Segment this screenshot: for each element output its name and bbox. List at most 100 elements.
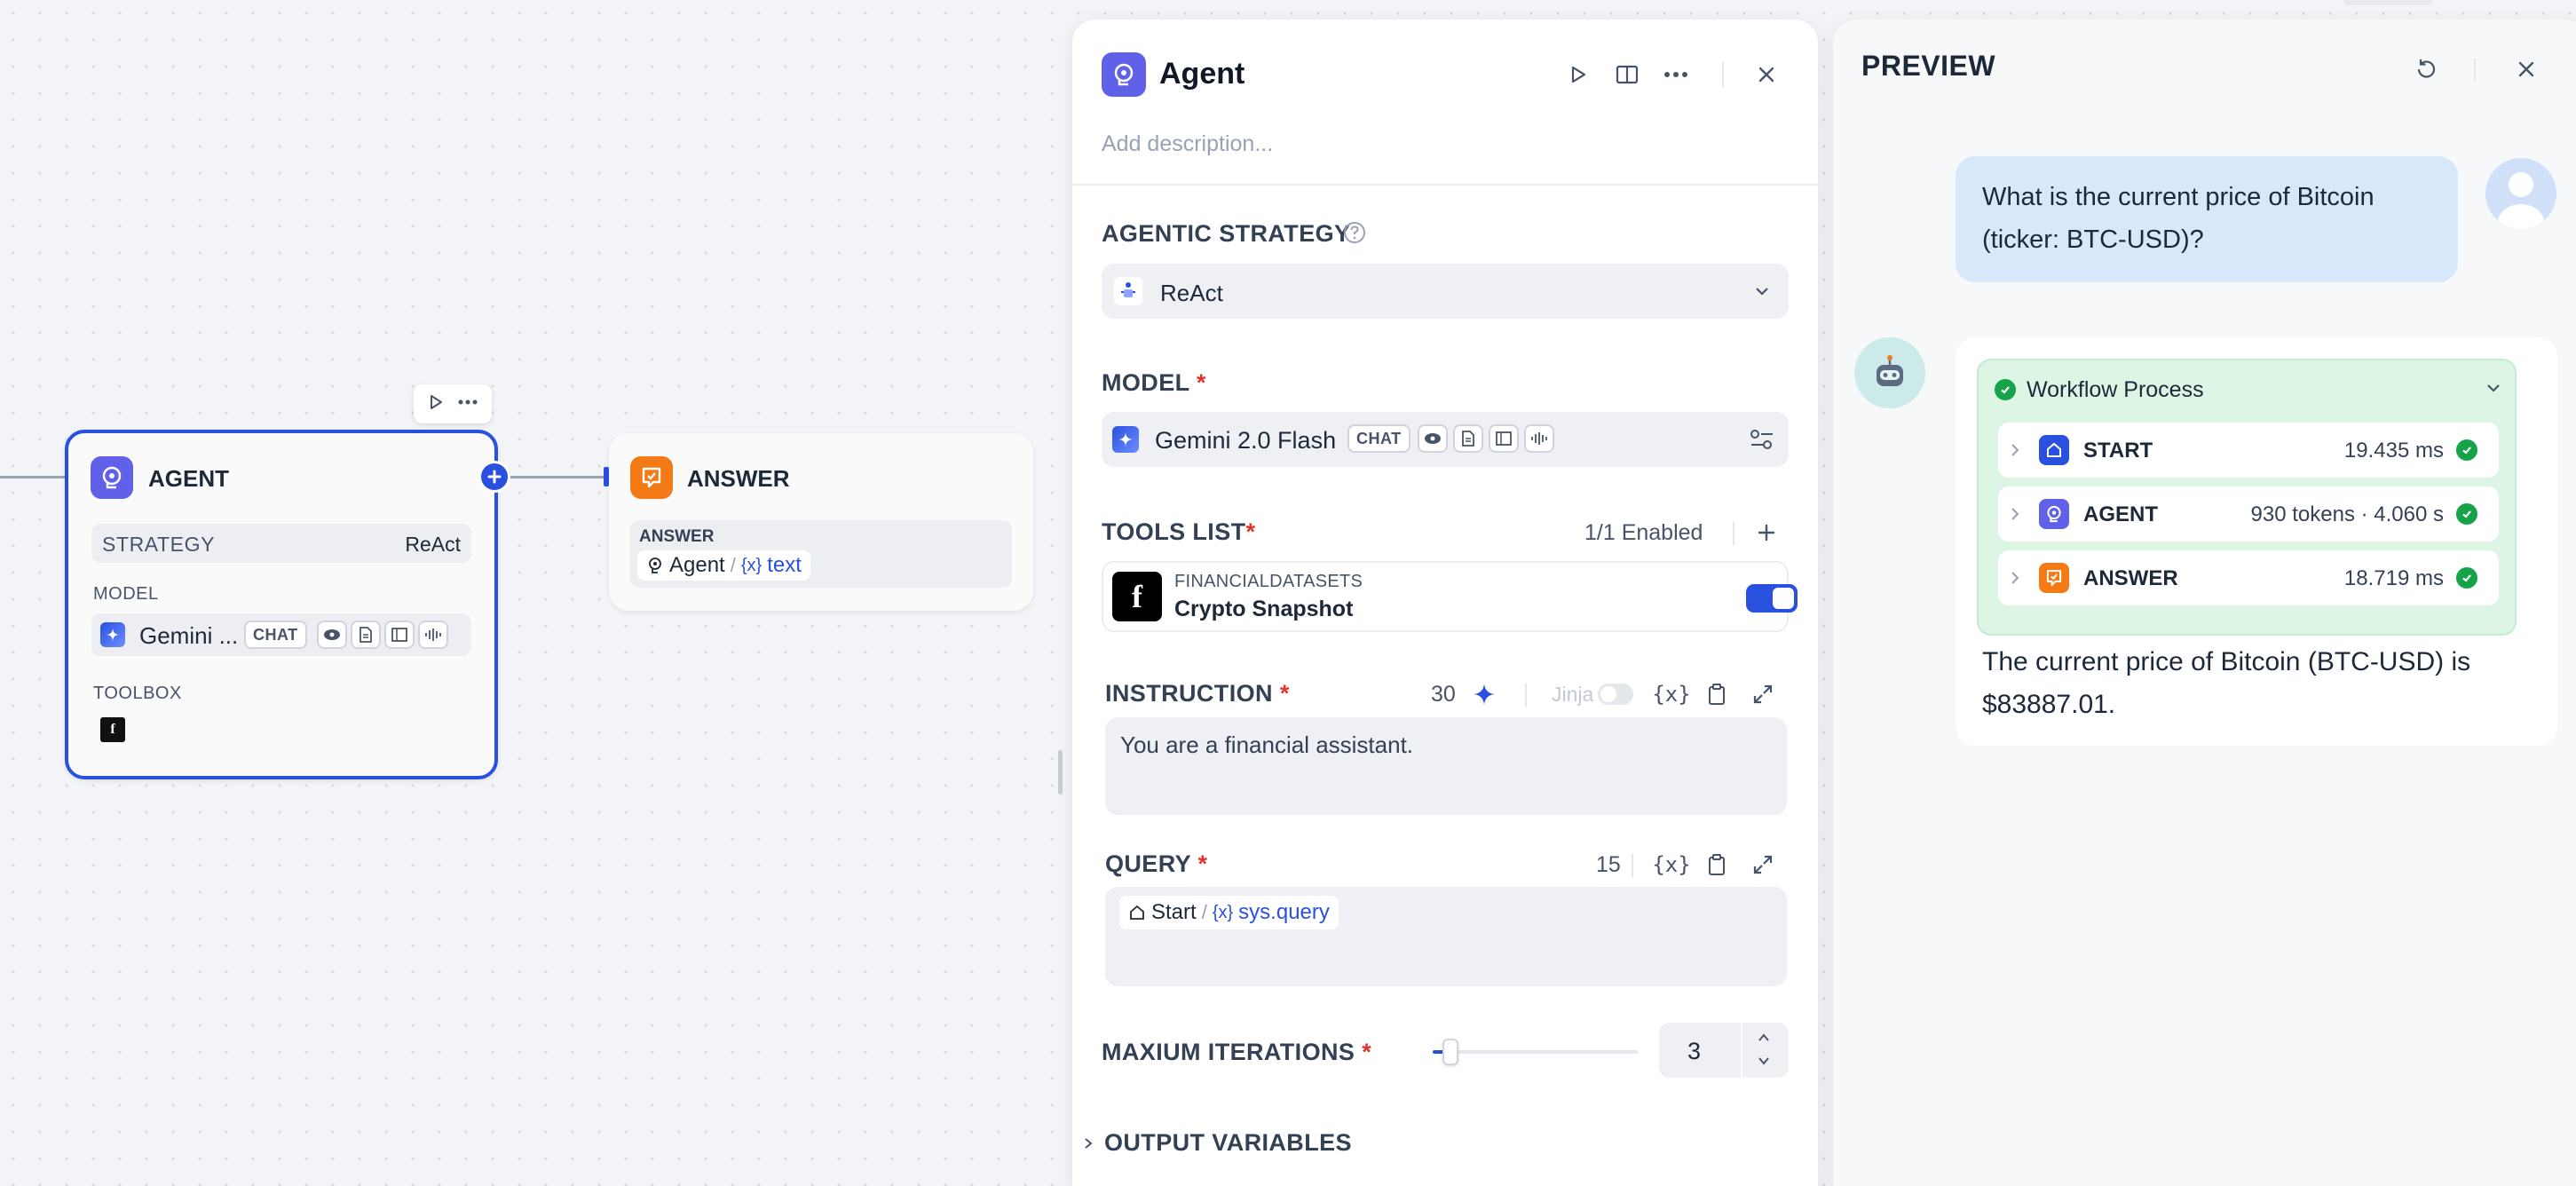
run-icon[interactable] (1562, 59, 1594, 91)
workflow-step-start[interactable]: START 19.435 ms (1998, 423, 2499, 478)
agent-node-title: AGENT (148, 465, 229, 492)
answer-node[interactable]: ANSWER ANSWER Agent / {x} text (609, 433, 1033, 611)
description-input[interactable]: Add description... (1102, 131, 1273, 157)
step-expand-icon (2011, 442, 2019, 463)
add-tool-icon[interactable] (1750, 517, 1782, 549)
close-icon[interactable] (1750, 59, 1782, 91)
toggle-knob (1773, 588, 1794, 609)
answer-var-row: ANSWER Agent / {x} text (630, 520, 1012, 588)
preview-panel: PREVIEW What is the current price of Bit… (1833, 20, 2576, 1186)
workflow-step-answer[interactable]: ANSWER 18.719 ms (1998, 550, 2499, 605)
expand-icon[interactable] (1747, 678, 1779, 710)
preview-title: PREVIEW (1861, 50, 1996, 82)
toolbox-tool-letter: f (110, 722, 115, 737)
tool-enable-toggle[interactable] (1746, 584, 1798, 613)
instruction-label-text: INSTRUCTION (1105, 680, 1273, 707)
preview-close-icon[interactable] (2510, 53, 2542, 85)
run-node-icon[interactable] (427, 393, 445, 415)
bot-answer-text: The current price of Bitcoin (BTC-USD) i… (1982, 647, 2471, 719)
user-avatar (2485, 158, 2556, 229)
query-insert-variable-icon[interactable]: {x} (1652, 849, 1690, 881)
incoming-edge (0, 476, 67, 478)
more-icon[interactable] (457, 393, 478, 415)
query-var-sep: / (1201, 901, 1207, 923)
agent-config-panel: Agent Add description... AGENTIC STRATEG… (1072, 20, 1818, 1186)
output-variables-toggle[interactable]: OUTPUT VARIABLES (1083, 1129, 1352, 1157)
workflow-title: Workflow Process (2027, 376, 2204, 402)
answer-node-title: ANSWER (687, 465, 790, 492)
iterations-value: 3 (1687, 1038, 1702, 1064)
start-step-success-icon (2456, 439, 2477, 461)
add-node-button[interactable] (478, 461, 510, 493)
gemini-model-icon (1112, 426, 1139, 453)
model-chat-chip: CHAT (1347, 424, 1410, 453)
instruction-textarea[interactable]: You are a financial assistant. (1105, 717, 1787, 815)
tools-label-text: TOOLS LIST (1102, 518, 1246, 545)
tool-logo-letter: f (1132, 579, 1142, 614)
panel-resize-handle[interactable] (1058, 750, 1063, 795)
model-row[interactable]: Gemini ... CHAT (91, 613, 471, 656)
agent-node-icon (91, 456, 133, 499)
react-icon (1114, 277, 1142, 305)
node-toolbar (414, 384, 492, 423)
step-expand-icon (2011, 570, 2019, 590)
help-icon[interactable] (1342, 220, 1367, 249)
strategy-select[interactable]: ReAct (1102, 264, 1789, 319)
slider-thumb[interactable] (1442, 1039, 1458, 1065)
answer-var-sep: / (730, 554, 736, 576)
panel-title[interactable]: Agent (1159, 57, 1245, 91)
restart-icon[interactable] (2410, 53, 2442, 85)
iterations-section-label: MAXIUM ITERATIONS * (1102, 1039, 1371, 1066)
model-settings-icon[interactable] (1750, 428, 1774, 455)
model-vision-icon (1418, 424, 1448, 453)
iterations-slider[interactable] (1433, 1039, 1639, 1065)
workflow-step-agent[interactable]: AGENT 930 tokens · 4.060 s (1998, 486, 2499, 542)
more-options-icon[interactable] (1660, 59, 1692, 91)
answer-var-source: Agent (669, 553, 725, 577)
stepper-divider (1741, 1023, 1742, 1078)
document-icon (351, 621, 381, 649)
gemini-icon (100, 622, 125, 647)
tool-name: Crypto Snapshot (1174, 597, 1354, 621)
iterations-label-text: MAXIUM ITERATIONS (1102, 1039, 1355, 1065)
tools-section-label: TOOLS LIST* (1102, 518, 1255, 546)
workflow-chevron-icon[interactable] (2485, 379, 2502, 401)
model-select[interactable]: Gemini 2.0 Flash CHAT (1102, 412, 1789, 467)
model-label: MODEL (93, 584, 159, 604)
slider-track (1433, 1050, 1639, 1054)
query-var-pill: Start / {x} sys.query (1119, 896, 1339, 929)
stepper-down-icon[interactable] (1757, 1055, 1771, 1071)
agent-node[interactable]: AGENT STRATEGY ReAct MODEL Gemini ... CH… (65, 430, 498, 779)
iterations-stepper[interactable]: 3 (1659, 1023, 1789, 1078)
step-expand-icon (2011, 506, 2019, 526)
start-step-icon (2039, 435, 2069, 465)
stepper-up-icon[interactable] (1757, 1032, 1771, 1048)
tool-provider: FINANCIALDATASETS (1174, 572, 1363, 591)
strategy-value: ReAct (405, 533, 461, 556)
user-message-text: What is the current price of Bitcoin (ti… (1982, 183, 2375, 254)
model-video-icon (1489, 424, 1519, 453)
ai-generate-icon[interactable] (1468, 678, 1500, 710)
model-required-mark: * (1196, 369, 1206, 396)
query-copy-icon[interactable] (1701, 849, 1733, 881)
model-audio-icon (1524, 424, 1554, 453)
tool-item[interactable]: f FINANCIALDATASETS Crypto Snapshot (1102, 561, 1798, 632)
model-name: Gemini ... (139, 622, 239, 649)
query-input[interactable]: Start / {x} sys.query (1105, 887, 1787, 986)
strategy-select-value: ReAct (1160, 280, 1223, 306)
insert-variable-icon[interactable]: {x} (1652, 678, 1690, 710)
copy-icon[interactable] (1701, 678, 1733, 710)
answer-node-icon (630, 456, 673, 499)
agent-step-icon (2039, 499, 2069, 529)
workflow-header[interactable]: Workflow Process (1995, 376, 2502, 403)
model-section-label: MODEL * (1102, 369, 1206, 397)
tools-divider (1733, 522, 1734, 545)
jinja-toggle[interactable] (1598, 684, 1633, 705)
query-section-label: QUERY * (1105, 850, 1207, 878)
query-label-text: QUERY (1105, 850, 1191, 877)
split-view-icon[interactable] (1611, 59, 1643, 91)
audio-icon (418, 621, 448, 649)
user-message-bubble: What is the current price of Bitcoin (ti… (1956, 156, 2458, 282)
query-expand-icon[interactable] (1747, 849, 1779, 881)
instruction-text: You are a financial assistant. (1120, 731, 1414, 758)
